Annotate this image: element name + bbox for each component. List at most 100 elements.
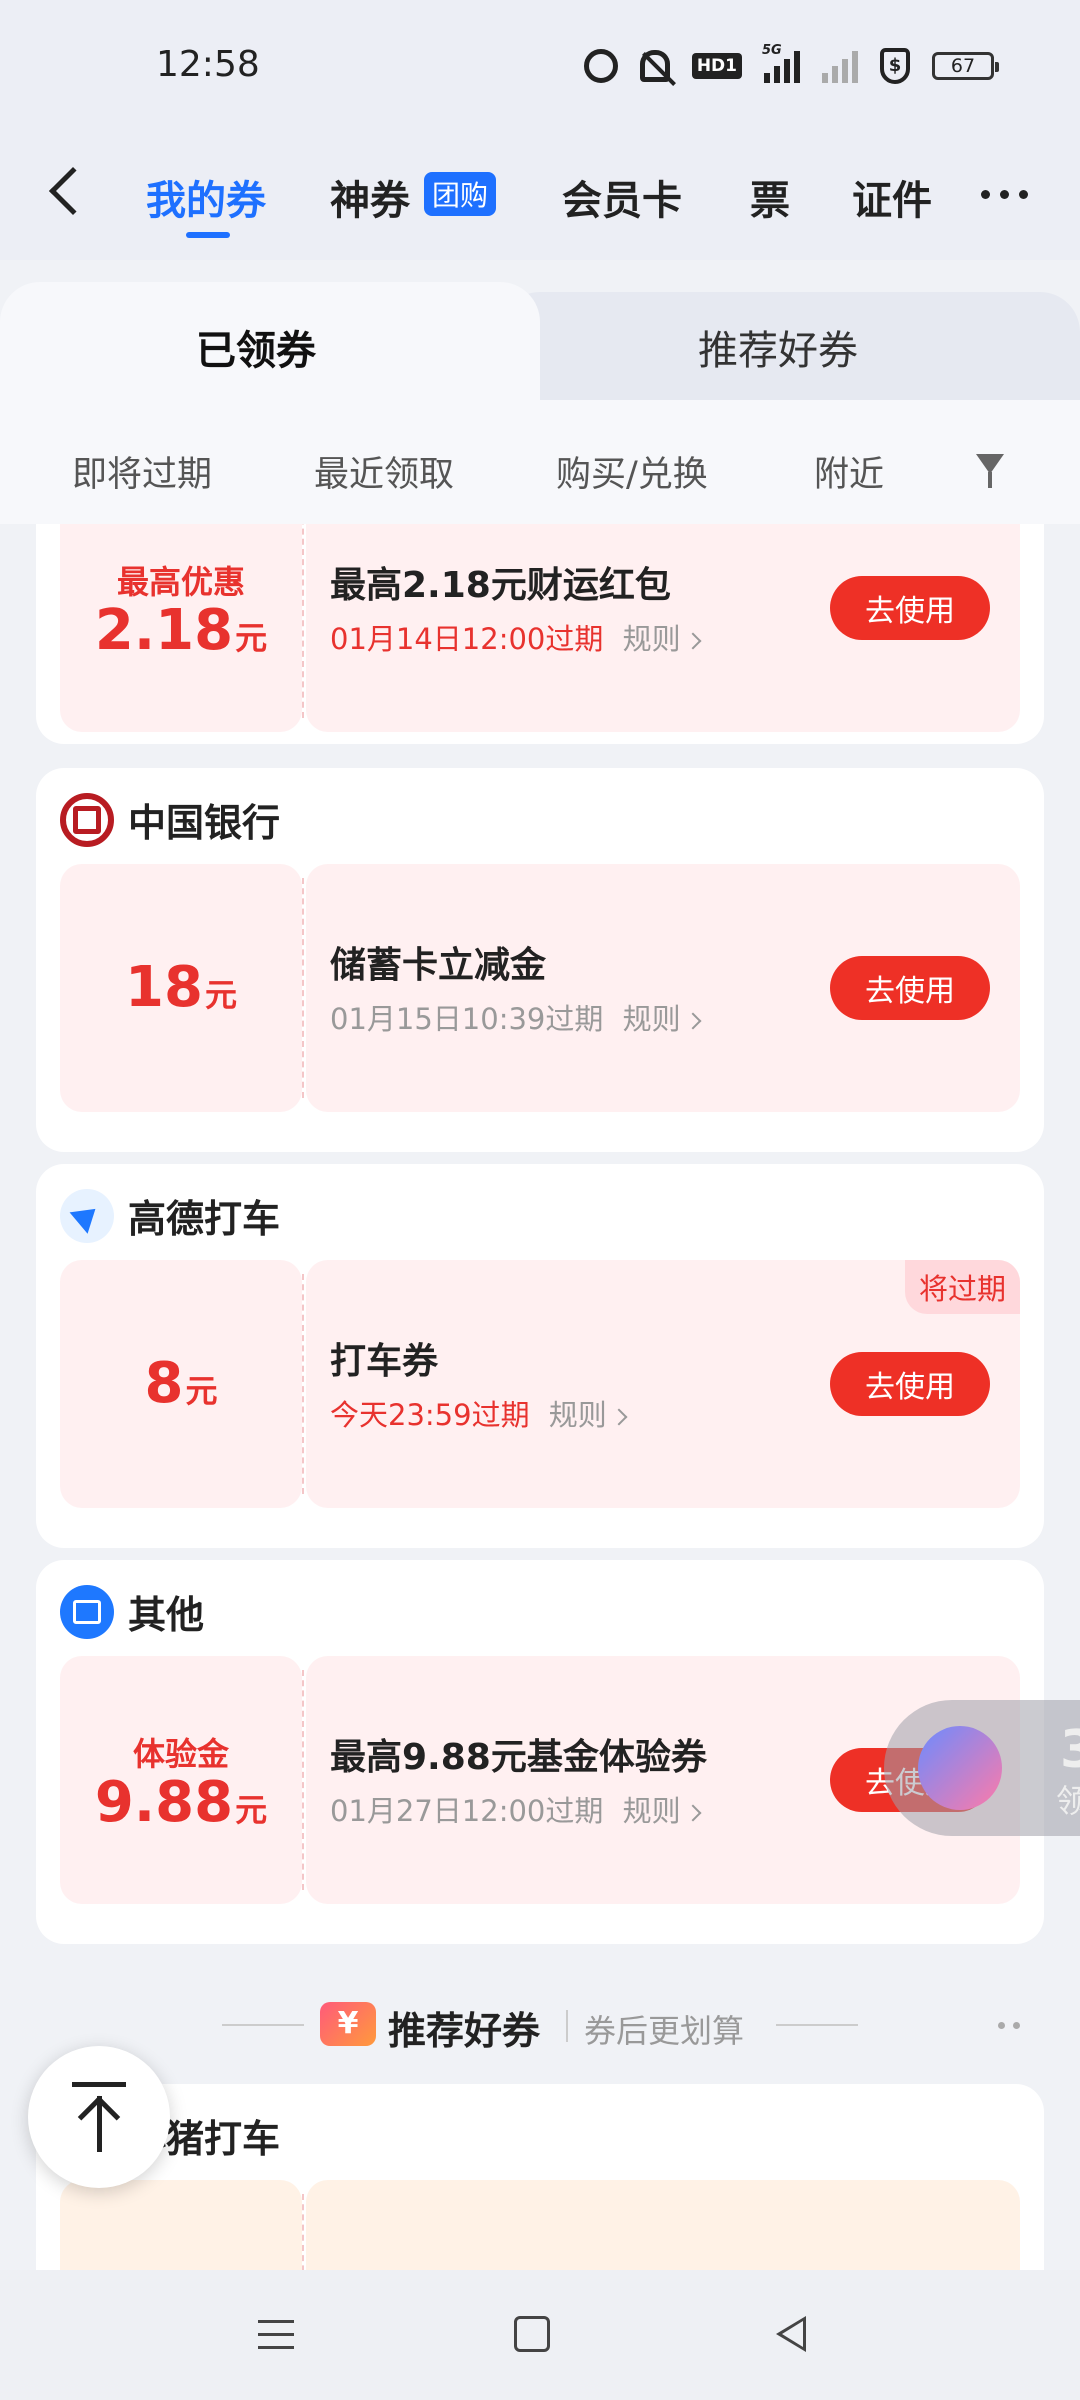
filter-funnel-icon[interactable]	[976, 454, 1004, 488]
filter-recent[interactable]: 最近领取	[314, 446, 454, 497]
coupon-expire: 01月14日12:00过期	[330, 622, 604, 656]
card-header: 中国银行	[60, 792, 280, 847]
bell-off-icon	[639, 50, 670, 82]
use-button[interactable]: 去使用	[830, 576, 990, 640]
top-nav: 我的券 神券 团购 会员卡 票 证件	[0, 130, 1080, 260]
hd-icon: HD1	[691, 53, 742, 79]
amount-value: 2.18元	[94, 598, 268, 663]
coupon-expire: 今天23:59过期	[330, 1398, 530, 1432]
coupon-card: 最高优惠 2.18元 最高2.18元财运红包 01月14日12:00过期 规则 …	[36, 524, 1044, 744]
coupon-item[interactable]: 最高优惠 2.18元 最高2.18元财运红包 01月14日12:00过期 规则 …	[60, 524, 1020, 732]
status-icons: HD1 5G $ 67	[583, 43, 999, 84]
card-header: 其他	[60, 1584, 204, 1639]
recommend-card: 小猪打车	[36, 2084, 1044, 2270]
amount-label: 体验金	[132, 1735, 229, 1773]
coupon-rule-link[interactable]: 规则	[623, 1002, 702, 1036]
coupon-rule-link[interactable]: 规则	[623, 622, 702, 656]
coupon-amount: 体验金 9.88元	[60, 1656, 302, 1904]
tab-documents[interactable]: 证件	[852, 168, 932, 226]
recommend-title: 推荐好券	[388, 2009, 541, 2053]
perforation	[302, 1274, 304, 1494]
amount-value: 8元	[144, 1351, 218, 1416]
filter-row: 即将过期 最近领取 购买/兑换 附近	[0, 400, 1080, 524]
coupon-title: 最高9.88元基金体验券	[330, 1737, 707, 1778]
divider	[566, 2010, 568, 2042]
coupon-expire-line: 01月14日12:00过期 规则	[330, 616, 702, 658]
coupon-expire: 01月27日12:00过期	[330, 1794, 604, 1828]
coupon-yuan-icon: ¥	[320, 2002, 376, 2046]
coupon-item[interactable]	[60, 2180, 1020, 2270]
tab-label: 我的券	[146, 178, 266, 224]
system-nav-bar	[0, 2270, 1080, 2400]
brand-name: 中国银行	[128, 801, 281, 845]
more-dots-icon[interactable]	[998, 2022, 1020, 2029]
reward-icon	[918, 1726, 1002, 1810]
tab-my-coupons[interactable]: 我的券	[146, 168, 266, 238]
coupon-amount: 最高优惠 2.18元	[60, 524, 302, 732]
tab-label: 证件	[852, 178, 932, 224]
coupon-card-gaode: 高德打车 8元 将过期 打车券 今天23:59过期 规则 去使用	[36, 1164, 1044, 1548]
tab-label: 神券	[330, 178, 410, 224]
tab-tickets[interactable]: 票	[750, 168, 790, 226]
coupon-expire-line: 今天23:59过期 规则	[330, 1392, 628, 1434]
tab-label: 票	[750, 178, 790, 224]
coupon-expire: 01月15日10:39过期	[330, 1002, 604, 1036]
menu-icon[interactable]	[258, 2320, 294, 2359]
coupon-item[interactable]: 8元 将过期 打车券 今天23:59过期 规则 去使用	[60, 1260, 1020, 1508]
divider-line	[776, 2024, 858, 2026]
recommend-header: ¥ 推荐好券 券后更划算	[0, 1994, 1080, 2054]
box-icon	[60, 1584, 114, 1639]
back-triangle-icon[interactable]	[776, 2316, 806, 2352]
coupon-title: 最高2.18元财运红包	[330, 565, 671, 606]
coupon-item[interactable]: 体验金 9.88元 最高9.88元基金体验券 01月27日12:00过期 规则 …	[60, 1656, 1020, 1904]
coupon-item[interactable]: 18元 储蓄卡立减金 01月15日10:39过期 规则 去使用	[60, 864, 1020, 1112]
chevron-right-icon	[684, 632, 702, 650]
recommend-subtitle: 券后更划算	[584, 2012, 745, 2050]
filter-buy-exchange[interactable]: 购买/兑换	[556, 446, 708, 497]
home-icon[interactable]	[514, 2316, 550, 2352]
coupon-detail: 将过期 打车券 今天23:59过期 规则 去使用	[306, 1260, 1020, 1508]
alarm-icon	[583, 49, 618, 83]
card-header: 高德打车	[60, 1188, 280, 1243]
reward-count: 3	[1060, 1720, 1080, 1780]
bank-of-china-icon	[60, 792, 114, 847]
tab-god-coupons[interactable]: 神券	[330, 168, 410, 226]
status-bar: 12:58 HD1 5G $ 67	[0, 0, 1080, 130]
scroll-to-top-button[interactable]	[28, 2046, 170, 2188]
signal-icon	[822, 49, 858, 83]
coupon-amount: 8元	[60, 1260, 302, 1508]
back-arrow-icon[interactable]	[48, 166, 98, 216]
arrow-up-icon	[72, 2082, 126, 2152]
tab-label: 会员卡	[562, 178, 682, 224]
use-button[interactable]: 去使用	[830, 1352, 990, 1416]
perforation	[302, 1670, 304, 1890]
filter-expiring[interactable]: 即将过期	[72, 446, 212, 497]
expiring-badge: 将过期	[904, 1260, 1020, 1314]
amount-value: 9.88元	[94, 1770, 268, 1835]
shield-dollar-icon: $	[880, 48, 910, 84]
floating-reward-badge[interactable]: 3 领	[884, 1700, 1080, 1836]
coupon-title: 储蓄卡立减金	[330, 945, 547, 986]
coupon-detail	[306, 2180, 1020, 2270]
tab-member-card[interactable]: 会员卡	[562, 168, 682, 226]
brand-name: 其他	[128, 1593, 205, 1637]
perforation	[302, 524, 304, 718]
gaode-taxi-icon	[60, 1188, 114, 1243]
chevron-right-icon	[684, 1804, 702, 1822]
amount-value: 18元	[125, 955, 237, 1020]
segment-recommended[interactable]: 推荐好券	[698, 318, 858, 376]
coupon-list[interactable]: 最高优惠 2.18元 最高2.18元财运红包 01月14日12:00过期 规则 …	[0, 524, 1080, 2270]
more-icon[interactable]	[981, 190, 1028, 199]
group-buy-badge: 团购	[424, 172, 497, 216]
coupon-rule-link[interactable]: 规则	[549, 1398, 628, 1432]
use-button[interactable]: 去使用	[830, 956, 990, 1020]
coupon-card-boc: 中国银行 18元 储蓄卡立减金 01月15日10:39过期 规则 去使用	[36, 768, 1044, 1152]
active-tab-indicator	[186, 232, 230, 238]
chevron-right-icon	[610, 1408, 628, 1426]
coupon-expire-line: 01月15日10:39过期 规则	[330, 996, 702, 1038]
filter-nearby[interactable]: 附近	[814, 446, 898, 497]
segment-claimed[interactable]: 已领券	[196, 318, 316, 376]
coupon-rule-link[interactable]: 规则	[623, 1794, 702, 1828]
chevron-right-icon	[684, 1012, 702, 1030]
perforation	[302, 878, 304, 1098]
